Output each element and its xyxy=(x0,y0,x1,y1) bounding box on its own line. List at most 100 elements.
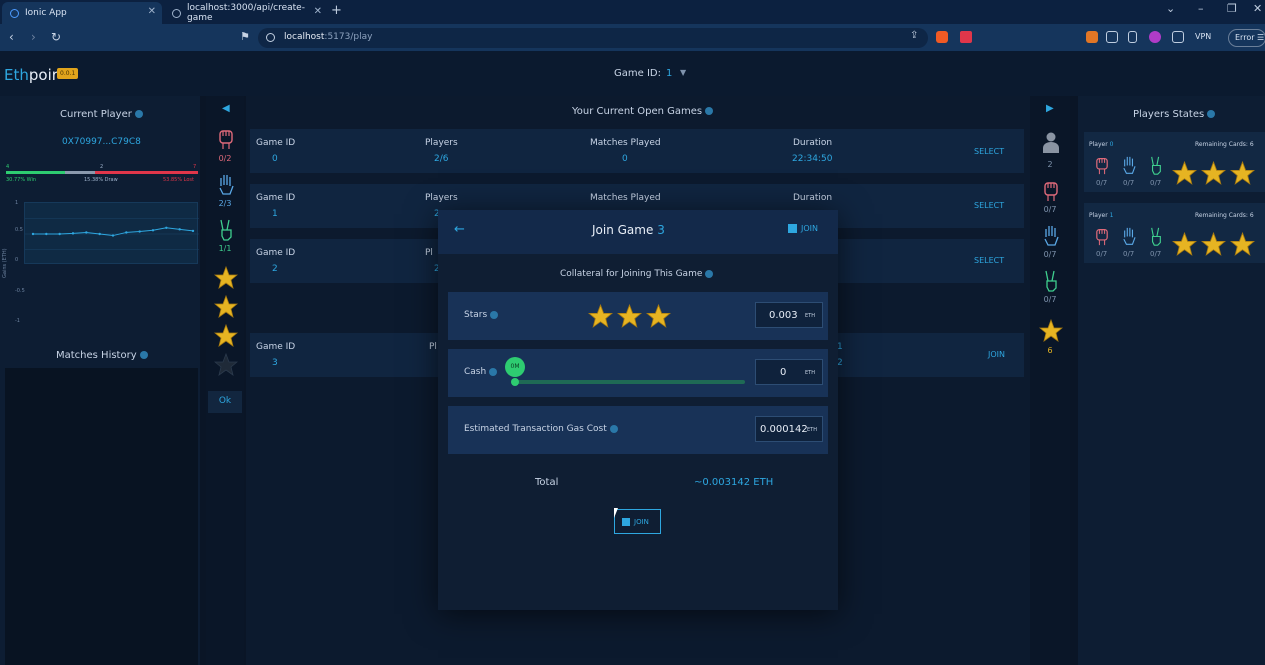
tab-title: Ionic App xyxy=(25,8,67,18)
bookmark-icon[interactable]: ⚑ xyxy=(240,30,250,43)
close-window-icon[interactable]: ✕ xyxy=(1253,2,1262,15)
wallet-icon[interactable] xyxy=(1172,31,1184,43)
gains-point xyxy=(178,228,181,231)
help-icon[interactable] xyxy=(1207,110,1216,118)
modal-title: Join Game 3 xyxy=(592,223,665,237)
duration-label: Duration xyxy=(793,193,833,203)
url-bar[interactable]: localhost:5173/play xyxy=(258,28,928,48)
new-tab-icon[interactable]: + xyxy=(331,3,342,18)
rock-hand-icon[interactable] xyxy=(218,128,234,150)
lost-count: 7 xyxy=(193,164,197,170)
cash-eth-input[interactable]: 0 ETH xyxy=(755,359,823,385)
header-join-button[interactable]: JOIN xyxy=(788,224,818,233)
close-tab-icon[interactable]: ✕ xyxy=(148,6,156,17)
help-icon[interactable] xyxy=(705,269,714,278)
gains-point xyxy=(45,232,48,236)
game-id-value: 1 xyxy=(272,209,278,219)
site-info-icon[interactable] xyxy=(266,33,275,42)
star-icon[interactable] xyxy=(1230,161,1255,186)
tab-create-game[interactable]: localhost:3000/api/create-game ✕ xyxy=(164,2,328,24)
y-tick: 0.5 xyxy=(15,227,23,233)
rock-count: 0/7 xyxy=(1096,250,1108,258)
scissors-hand-icon[interactable] xyxy=(218,219,234,241)
gains-point xyxy=(151,229,155,232)
star-icon[interactable] xyxy=(646,304,671,329)
app-header: Ethpoir 0.0.1 Game ID: 1 ▼ xyxy=(0,52,1265,96)
close-tab-icon[interactable]: ✕ xyxy=(314,6,322,17)
paper-count: 0/7 xyxy=(1123,250,1135,258)
reload-icon[interactable]: ↻ xyxy=(51,30,61,44)
total-value: ~0.003142 ETH xyxy=(694,477,774,488)
chevron-down-icon[interactable]: ▼ xyxy=(680,68,686,77)
players-label-partial: Pl xyxy=(429,342,437,352)
y-tick: 1 xyxy=(15,200,19,206)
sidebar-icon[interactable] xyxy=(1128,31,1137,43)
tab-ionic-app[interactable]: Ionic App ✕ xyxy=(2,2,162,24)
join-button[interactable]: JOIN xyxy=(614,509,661,534)
stars-eth-input[interactable]: 0.003 ETH xyxy=(755,302,823,328)
game-row[interactable]: Game ID 0 Players 2/6 Matches Played 0 D… xyxy=(250,129,1024,173)
rock-hand-icon xyxy=(1096,228,1108,246)
cash-label: Cash xyxy=(464,367,498,377)
star-icon[interactable] xyxy=(214,324,238,348)
collapse-right-icon[interactable]: ▶ xyxy=(1046,103,1054,114)
paper-count: 2/3 xyxy=(218,199,232,208)
url-text: localhost:5173/play xyxy=(284,32,373,42)
gains-point xyxy=(191,229,195,233)
current-player-panel: Current Player 0X70997...C79C8 4 2 7 30.… xyxy=(0,96,200,665)
help-icon[interactable] xyxy=(490,310,499,319)
gains-chart xyxy=(24,202,199,264)
extensions-icon[interactable] xyxy=(1106,31,1118,43)
forward-icon[interactable]: › xyxy=(31,30,36,44)
brave-shield-icon[interactable] xyxy=(936,31,948,43)
gains-point xyxy=(98,232,101,236)
players-states-title: Players States xyxy=(1133,109,1216,120)
empty-star-icon[interactable] xyxy=(214,353,238,377)
star-icon[interactable] xyxy=(617,304,642,329)
cash-slider-handle[interactable] xyxy=(511,378,519,386)
join-game-button[interactable]: JOIN xyxy=(988,350,1005,359)
game-id-label: Game ID xyxy=(256,342,296,352)
help-icon[interactable] xyxy=(134,110,143,118)
y-tick: -0.5 xyxy=(15,288,25,294)
address-toolbar: ‹ › ↻ ⚑ localhost:5173/play ⇪ VPN Error … xyxy=(0,24,1265,52)
metamask-icon[interactable] xyxy=(1086,31,1098,43)
cash-row: Cash 0 ETH xyxy=(448,349,828,397)
paper-hand-icon[interactable] xyxy=(218,174,234,196)
star-icon[interactable] xyxy=(1172,161,1197,186)
game-id-select[interactable]: 1 xyxy=(666,68,672,79)
tab-search-chevron-icon[interactable]: ⌄ xyxy=(1166,2,1175,15)
help-icon[interactable] xyxy=(609,424,618,433)
gains-point xyxy=(165,226,168,229)
tab-title: localhost:3000/api/create-game xyxy=(187,3,305,23)
select-button[interactable]: SELECT xyxy=(974,147,1004,156)
star-icon[interactable] xyxy=(214,266,238,290)
cash-slider[interactable] xyxy=(514,380,745,384)
share-icon[interactable]: ⇪ xyxy=(910,30,918,41)
profile-avatar[interactable] xyxy=(1149,31,1161,43)
vpn-button[interactable]: VPN xyxy=(1195,32,1211,41)
back-arrow-icon[interactable]: ← xyxy=(454,222,465,237)
star-icon[interactable] xyxy=(214,295,238,319)
help-icon[interactable] xyxy=(139,351,148,359)
help-icon[interactable] xyxy=(705,107,714,115)
select-button[interactable]: SELECT xyxy=(974,201,1004,210)
error-button[interactable]: Error ☰ xyxy=(1228,29,1265,47)
scissors-total: 0/7 xyxy=(1043,295,1057,304)
star-icon[interactable] xyxy=(1172,232,1197,257)
select-button[interactable]: SELECT xyxy=(974,256,1004,265)
players-value: 2/6 xyxy=(434,154,449,164)
star-icon[interactable] xyxy=(1230,232,1255,257)
minimize-icon[interactable]: – xyxy=(1198,2,1204,15)
star-icon[interactable] xyxy=(588,304,613,329)
star-icon xyxy=(1039,319,1063,342)
star-icon[interactable] xyxy=(1201,161,1226,186)
star-icon[interactable] xyxy=(1201,232,1226,257)
help-icon[interactable] xyxy=(489,367,498,376)
rock-hand-icon xyxy=(1096,157,1108,175)
restore-icon[interactable]: ❐ xyxy=(1227,2,1237,15)
back-icon[interactable]: ‹ xyxy=(9,30,14,44)
ok-button[interactable]: Ok xyxy=(208,391,242,413)
collapse-left-icon[interactable]: ◀ xyxy=(222,103,230,114)
brave-rewards-icon[interactable] xyxy=(960,31,972,43)
